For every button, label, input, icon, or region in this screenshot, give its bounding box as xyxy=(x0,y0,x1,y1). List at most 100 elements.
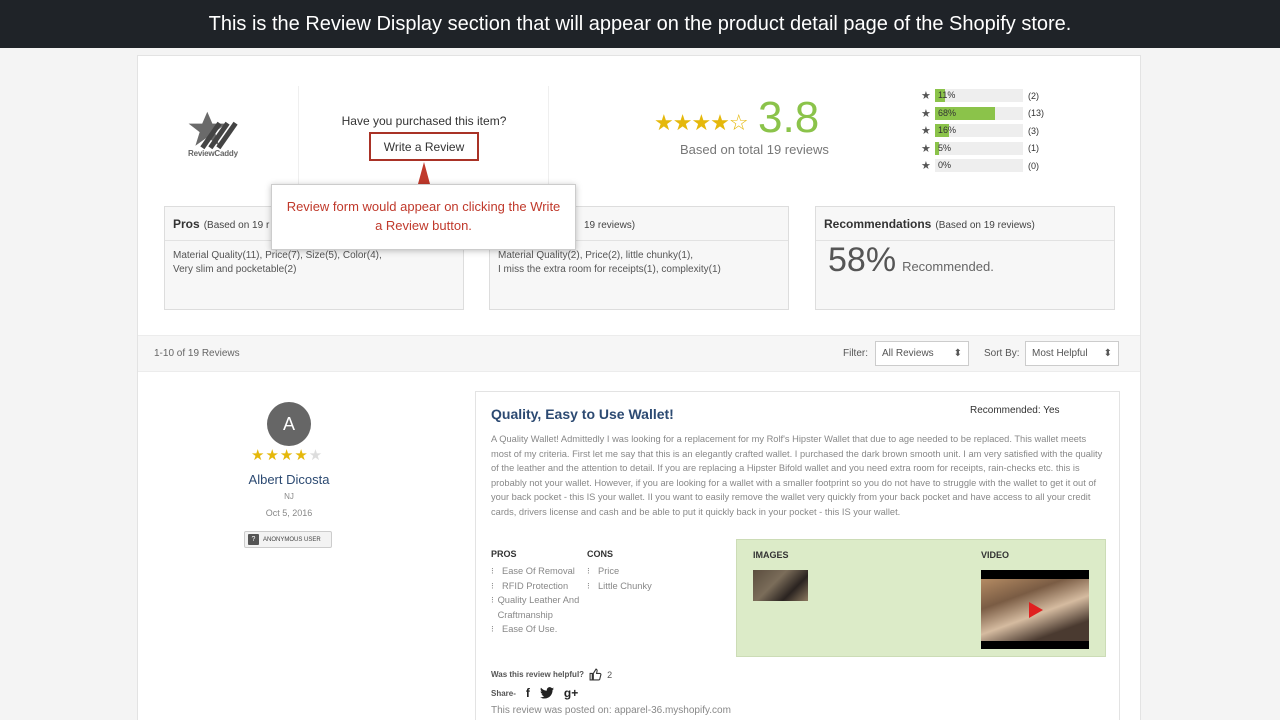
rating-percent: 68% xyxy=(938,107,957,118)
helpful-row: Was this review helpful? 2 xyxy=(491,668,612,681)
recommended-percent: 58% xyxy=(828,241,897,279)
purchased-question: Have you purchased this item? xyxy=(341,114,507,128)
header-divider xyxy=(548,86,549,196)
google-plus-icon[interactable]: g+ xyxy=(564,686,578,700)
bullet-icon: ⁝ xyxy=(491,566,494,576)
pro-text: Ease Of Removal xyxy=(502,566,575,576)
cons-heading: CONS xyxy=(587,549,614,559)
stars-empty: ★ xyxy=(308,447,324,464)
list-item: ⁝ Ease Of Removal xyxy=(491,564,581,579)
rating-count: (2) xyxy=(1028,90,1039,101)
pros-summary-subtitle: (Based on 19 r xyxy=(203,220,270,231)
sort-label: Sort By: xyxy=(984,348,1020,359)
banner-text: This is the Review Display section that … xyxy=(208,12,1072,35)
review-title: Quality, Easy to Use Wallet! xyxy=(491,406,674,422)
rating-row[interactable]: ★ 0% (0) xyxy=(921,157,1044,175)
recommended-key: Recommended: xyxy=(970,405,1041,416)
recommendations-title: Recommendations xyxy=(824,217,932,231)
rating-row[interactable]: ★ 68% (13) xyxy=(921,105,1044,123)
filter-select[interactable]: All Reviews ⬍ xyxy=(875,341,969,366)
reviewer-name[interactable]: Albert Dicosta xyxy=(228,472,350,487)
video-heading: VIDEO xyxy=(981,550,1010,560)
pro-text: Ease Of Use. xyxy=(502,624,558,634)
sort-select-value: Most Helpful xyxy=(1032,348,1088,359)
rating-count: (0) xyxy=(1028,160,1039,171)
pros-heading: PROS xyxy=(491,549,517,559)
header-divider xyxy=(298,86,299,196)
review-video-player[interactable] xyxy=(981,570,1089,649)
bullet-icon: ⁝ xyxy=(587,580,590,591)
reviewer-location: NJ xyxy=(284,492,294,501)
cons-summary-line: Material Quality(2), Price(2), little ch… xyxy=(498,250,694,261)
helpful-count: 2 xyxy=(607,669,613,680)
avatar: A xyxy=(267,402,311,446)
list-item: ⁝ Quality Leather And Craftmanship xyxy=(491,593,581,622)
images-heading: IMAGES xyxy=(753,550,789,560)
thumbs-up-icon[interactable] xyxy=(589,668,602,681)
review-image-thumbnail[interactable] xyxy=(753,570,808,601)
based-on-total: Based on total 19 reviews xyxy=(680,142,829,157)
review-count-label: 1-10 of 19 Reviews xyxy=(154,348,240,359)
video-letterbox xyxy=(981,570,1089,579)
facebook-icon[interactable]: f xyxy=(526,686,530,700)
reviewer-rating-stars: ★★★★★ xyxy=(251,446,323,464)
rating-count: (1) xyxy=(1028,143,1039,154)
tooltip-text: Review form would appear on clicking the… xyxy=(286,199,561,233)
question-icon: ? xyxy=(248,534,259,545)
bullet-icon: ⁝ xyxy=(491,624,494,634)
overall-rating-stars: ★★★★☆ xyxy=(654,110,749,135)
review-widget: ReviewCaddy Have you purchased this item… xyxy=(137,55,1141,720)
pros-summary-line: Very slim and pocketable(2) xyxy=(173,264,297,275)
rating-bar: 16% xyxy=(935,124,1023,138)
list-item: ⁝ Little Chunky xyxy=(587,579,707,594)
recommendations-box: Recommendations (Based on 19 reviews) 58%… xyxy=(815,206,1115,310)
con-text: Little Chunky xyxy=(598,580,652,591)
rating-bar: 11% xyxy=(935,89,1023,103)
share-row: Share- f g+ xyxy=(491,686,578,700)
banner: This is the Review Display section that … xyxy=(0,0,1280,48)
list-item: ⁝ Price xyxy=(587,564,707,579)
pro-text: RFID Protection xyxy=(502,580,569,591)
logo-text: ReviewCaddy xyxy=(188,149,238,158)
review-pros: PROS ⁝ Ease Of Removal ⁝ RFID Protection ⁝… xyxy=(491,549,581,637)
rating-count: (13) xyxy=(1028,108,1045,119)
recommendations-header: Recommendations (Based on 19 reviews) xyxy=(816,207,1114,241)
rating-row[interactable]: ★ 16% (3) xyxy=(921,122,1044,140)
write-review-button[interactable]: Write a Review xyxy=(369,132,479,161)
list-item: ⁝ Ease Of Use. xyxy=(491,622,581,637)
rating-breakdown: ★ 11% (2) ★ 68% (13) ★ 16% (3) ★ 5% (1) … xyxy=(921,87,1044,175)
pros-list: ⁝ Ease Of Removal ⁝ RFID Protection ⁝ Quali… xyxy=(491,564,581,637)
rating-row[interactable]: ★ 5% (1) xyxy=(921,140,1044,158)
rating-bar: 5% xyxy=(935,141,1023,155)
play-icon[interactable] xyxy=(1029,602,1043,618)
sort-select[interactable]: Most Helpful ⬍ xyxy=(1025,341,1119,366)
bullet-icon: ⁝ xyxy=(491,580,494,591)
recommendations-subtitle: (Based on 19 reviews) xyxy=(935,220,1035,231)
filter-label: Filter: xyxy=(843,348,868,359)
list-item: ⁝ RFID Protection xyxy=(491,579,581,594)
tooltip-arrow-icon xyxy=(418,162,430,184)
rating-row[interactable]: ★ 11% (2) xyxy=(921,87,1044,105)
rating-count: (3) xyxy=(1028,125,1039,136)
helpful-label: Was this review helpful? xyxy=(491,670,585,679)
posted-on: This review was posted on: apparel-36.my… xyxy=(491,705,731,716)
star-icon: ★ xyxy=(921,142,931,155)
review-cons: CONS ⁝ Price ⁝ Little Chunky xyxy=(587,549,707,593)
avatar-initial: A xyxy=(282,413,295,434)
rating-percent: 16% xyxy=(938,125,957,136)
stars-filled: ★★★★ xyxy=(251,447,309,464)
star-icon: ★ xyxy=(921,160,931,173)
cons-list: ⁝ Price ⁝ Little Chunky xyxy=(587,564,707,593)
recommendations-body: 58% Recommended. xyxy=(816,241,1114,288)
rating-percent: 11% xyxy=(938,90,956,101)
star-icon: ★ xyxy=(921,90,931,103)
select-arrows-icon: ⬍ xyxy=(953,348,962,359)
anonymous-user-badge: ? ANONYMOUS USER xyxy=(244,531,332,548)
write-review-tooltip: Review form would appear on clicking the… xyxy=(271,184,576,250)
twitter-icon[interactable] xyxy=(539,687,554,699)
rating-percent: 5% xyxy=(938,142,952,153)
review-body: A Quality Wallet! Admittedly I was looki… xyxy=(491,434,1103,517)
share-label: Share- xyxy=(491,688,516,698)
review-media-panel: IMAGES VIDEO xyxy=(736,539,1106,657)
recommended-label: Recommended. xyxy=(902,259,994,274)
